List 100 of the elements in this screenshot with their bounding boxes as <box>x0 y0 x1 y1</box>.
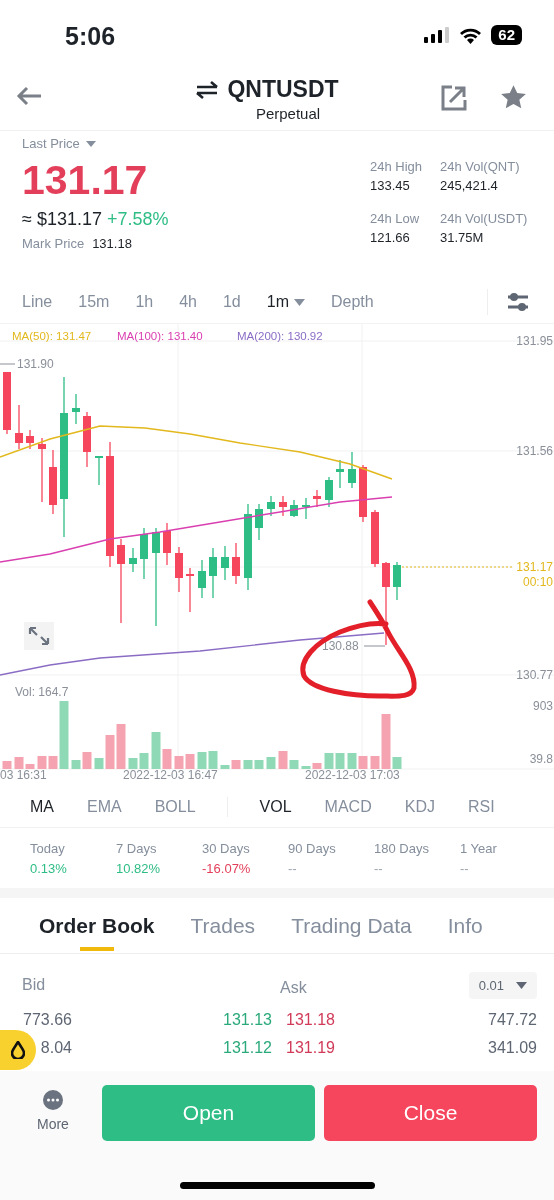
high-price-marker: 131.90 <box>17 357 54 371</box>
low-price-marker: 130.88 <box>322 639 359 653</box>
indicator-tab[interactable]: RSI <box>467 798 495 816</box>
period-change: -- <box>374 860 384 876</box>
stat-value: 245,421.4 <box>440 178 499 193</box>
candle <box>3 371 11 435</box>
stat-label: 24h Low <box>370 211 421 226</box>
indicator-tab[interactable]: BOLL <box>154 798 196 816</box>
volume-bar <box>254 760 264 769</box>
indicator-tab[interactable]: MA <box>30 798 54 816</box>
swap-icon[interactable] <box>195 79 220 100</box>
more-label[interactable]: More <box>37 1116 69 1132</box>
candle <box>325 476 333 508</box>
volume-bar <box>358 756 368 769</box>
interval-tab[interactable]: 1m <box>266 293 305 311</box>
caret-icon[interactable] <box>516 981 527 989</box>
stat-value: 121.66 <box>370 230 411 245</box>
battery-level: 62 <box>491 25 522 45</box>
price-type-label[interactable]: Last Price <box>22 136 80 151</box>
period-change: -16.07% <box>202 860 252 876</box>
interval-tab[interactable]: Line <box>22 293 53 311</box>
caret-icon[interactable] <box>85 140 96 147</box>
volume-bar <box>266 757 276 769</box>
share-icon[interactable] <box>441 85 467 111</box>
stat-value: 31.75M <box>440 230 485 245</box>
moving-average-legend: MA(200): 130.92 <box>237 330 323 342</box>
expand-icon[interactable] <box>24 622 54 650</box>
indicator-tab[interactable]: VOL <box>259 798 292 816</box>
indicator-tab[interactable]: KDJ <box>404 798 435 816</box>
time-axis-label: 2022-12-03 16:47 <box>123 768 218 782</box>
candle <box>348 451 356 489</box>
volume-bar <box>174 756 184 769</box>
candle <box>15 404 23 450</box>
candle <box>255 503 263 541</box>
candle <box>38 437 46 503</box>
price-change: +7.58% <box>106 209 169 229</box>
volume-bar <box>37 756 47 769</box>
time-axis-label: 2022-12-03 17:03 <box>305 768 400 782</box>
period-change: 0.13% <box>30 860 68 876</box>
candle <box>371 509 379 568</box>
volume-axis-label: 903 <box>532 699 553 713</box>
volume-bar <box>208 751 218 769</box>
ask-header: Ask <box>280 979 307 997</box>
interval-tab[interactable]: 1h <box>135 293 154 311</box>
bid-price: 131.13 <box>222 1011 272 1029</box>
close-position-button[interactable]: Close <box>324 1085 537 1141</box>
more-icon[interactable] <box>42 1090 63 1110</box>
ask-price: 131.18 <box>285 1011 336 1029</box>
section-tab[interactable]: Info <box>447 898 483 953</box>
ask-price: 131.19 <box>285 1039 336 1057</box>
last-price-marker: 131.17 <box>516 560 553 574</box>
period-change: -- <box>288 860 298 876</box>
volume-bar <box>197 752 207 769</box>
candle <box>336 459 344 489</box>
volume-bar <box>324 753 334 769</box>
bid-price: 131.12 <box>222 1039 272 1057</box>
stat-label: 24h High <box>370 159 424 174</box>
caret-icon[interactable] <box>294 298 305 306</box>
indicator-tab[interactable]: EMA <box>87 798 122 816</box>
candle <box>209 547 217 599</box>
candle <box>83 411 91 468</box>
period-label: 30 Days <box>202 840 251 856</box>
settings-icon[interactable] <box>506 292 530 312</box>
volume-bar <box>243 760 253 769</box>
candle <box>313 489 321 508</box>
candle <box>393 561 401 601</box>
drop-icon <box>11 1041 25 1059</box>
interval-tab[interactable]: 1d <box>222 293 241 311</box>
moving-average-legend: MA(100): 131.40 <box>117 330 203 342</box>
time-axis-label: 03 16:31 <box>0 768 47 782</box>
stat-label: 24h Vol(QNT) <box>440 159 521 174</box>
interval-tab[interactable]: 4h <box>179 293 197 311</box>
candle <box>302 497 310 520</box>
price-axis-label: 130.77 <box>516 668 553 682</box>
precision-dropdown[interactable]: 0.01 <box>468 971 537 999</box>
section-tab[interactable]: Trades <box>190 898 256 953</box>
bid-quantity: 8.04 <box>40 1039 72 1057</box>
volume-axis-label: 39.8 <box>529 752 553 766</box>
open-position-button[interactable]: Open <box>102 1085 315 1141</box>
interval-tab[interactable]: 15m <box>78 293 110 311</box>
stat-label: 24h Vol(USDT) <box>440 211 529 226</box>
stat-value: 133.45 <box>370 178 411 193</box>
candle <box>72 393 80 425</box>
floating-drop-button[interactable] <box>0 1030 36 1070</box>
bid-header: Bid <box>22 976 46 994</box>
candle <box>95 455 103 486</box>
back-icon[interactable] <box>16 86 42 106</box>
star-icon[interactable] <box>500 84 527 110</box>
section-tab[interactable]: Trading Data <box>291 898 412 953</box>
interval-tab[interactable]: Depth <box>331 293 374 311</box>
candle <box>140 527 148 580</box>
wifi-icon <box>459 26 483 44</box>
candle-countdown: 00:10 <box>522 575 553 589</box>
section-tab[interactable]: Order Book <box>39 898 155 953</box>
indicator-tab[interactable]: MACD <box>324 798 372 816</box>
candle <box>129 547 137 573</box>
candle <box>175 546 183 593</box>
signal-icon <box>424 27 451 43</box>
price-axis-label: 131.56 <box>516 444 553 458</box>
volume-bar <box>185 754 195 769</box>
